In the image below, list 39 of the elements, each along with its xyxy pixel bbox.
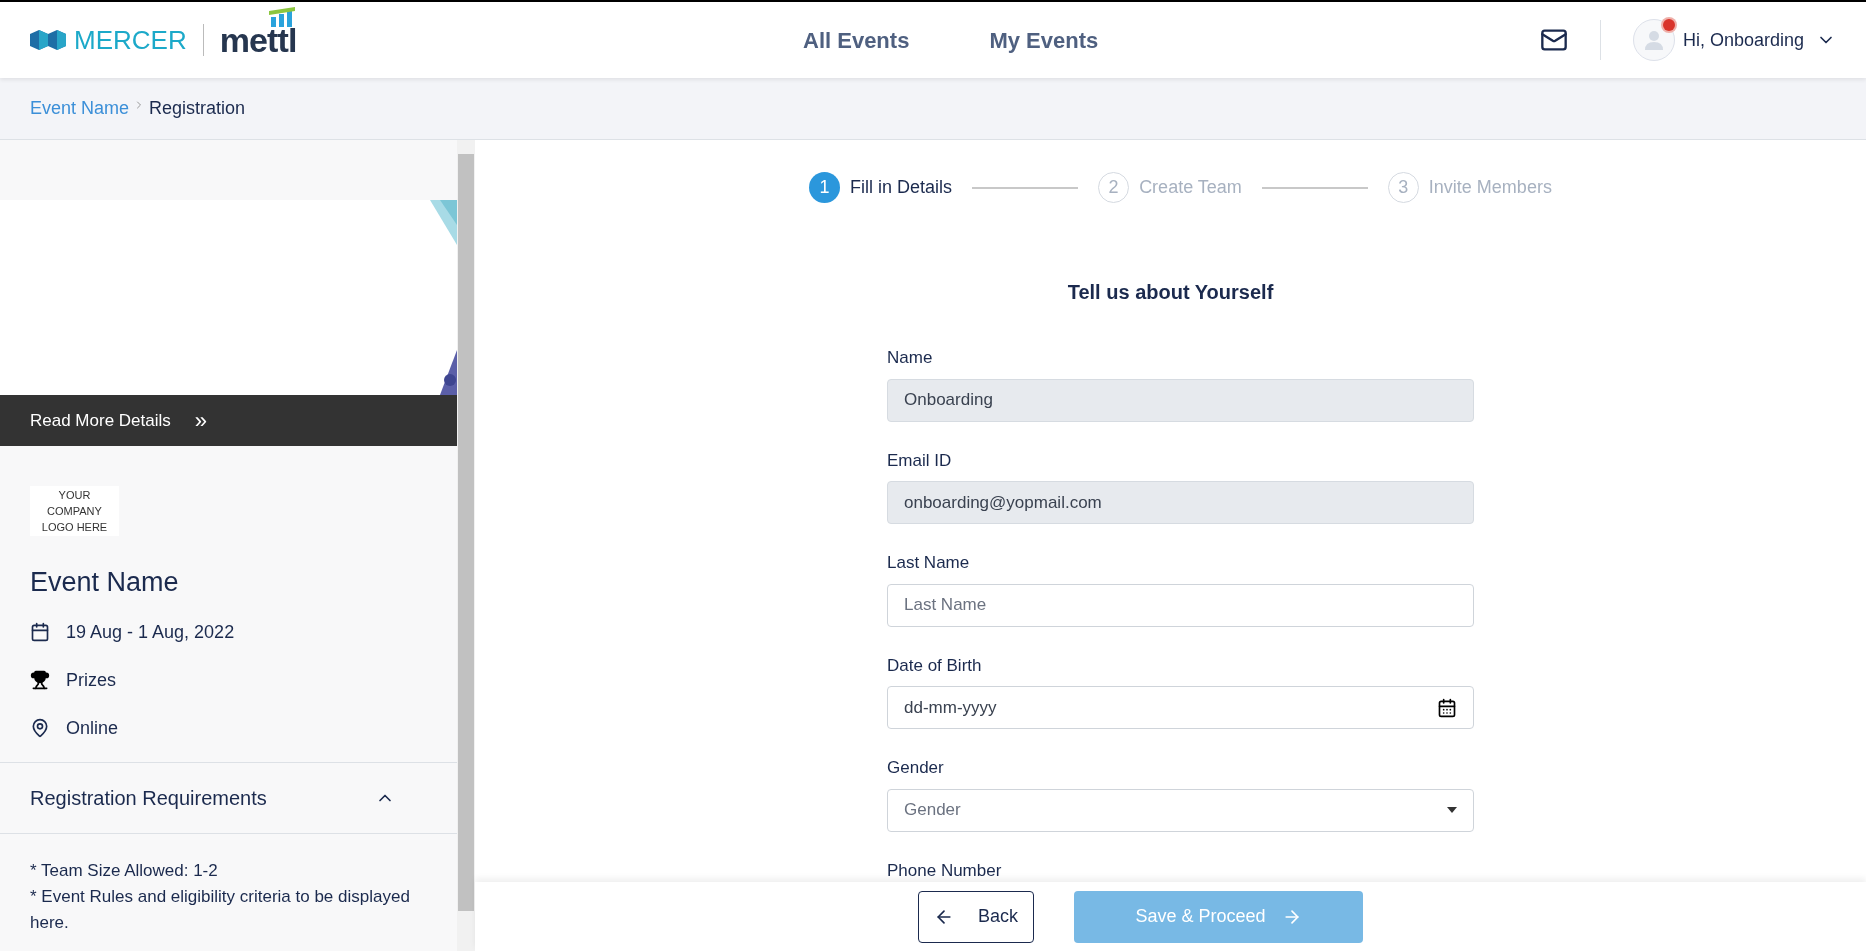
company-logo: YOUR COMPANY LOGO HERE: [30, 486, 119, 536]
field-label: Last Name: [887, 552, 971, 574]
user-greeting[interactable]: Hi, Onboarding: [1682, 26, 1804, 54]
calendar-icon: [1437, 697, 1457, 718]
caret-icon: [1447, 807, 1457, 813]
field-label: Phone Number: [887, 859, 1003, 882]
bar-chart-icon: [266, 7, 297, 27]
event-title: Event Name: [30, 566, 180, 599]
breadcrumb-current: Registration: [149, 97, 246, 120]
event-detail: Online: [66, 716, 119, 740]
brand-logo: MERCER: [74, 23, 187, 57]
read-more-bar[interactable]: Read More Details »: [0, 395, 457, 446]
form-title: Tell us about Yourself: [1067, 280, 1274, 305]
gender-select[interactable]: Gender: [887, 788, 1474, 832]
section-title: Registration Requirements: [30, 785, 267, 811]
back-button[interactable]: Back: [918, 890, 1034, 943]
user-icon: [1642, 29, 1665, 51]
text-field[interactable]: Last Name: [887, 583, 1474, 627]
nav-link[interactable]: All Events: [803, 23, 910, 57]
field-label: Gender: [887, 757, 945, 779]
step-number: 1: [809, 172, 841, 203]
event-detail: Prizes: [66, 668, 116, 692]
step-label: Create Team: [1139, 176, 1242, 199]
requirement-text: * Team Size Allowed: 1-2: [30, 859, 219, 882]
step-label: Invite Members: [1428, 176, 1552, 199]
avatar[interactable]: [1632, 19, 1675, 61]
event-detail: 19 Aug - 1 Aug, 2022: [66, 620, 235, 644]
location-pin-icon: [30, 718, 50, 738]
mercer-logo-icon: [30, 30, 66, 50]
field-label: Date of Birth: [887, 654, 983, 677]
nav-link[interactable]: My Events: [989, 23, 1099, 57]
requirement-text: * Event Rules and eligibility criteria to be displayed here.: [30, 885, 411, 934]
calendar-icon: [30, 622, 50, 642]
product-logo: mettl: [219, 23, 297, 57]
date-field[interactable]: dd-mm-yyyy: [887, 686, 1474, 729]
field-label: Email ID: [887, 449, 953, 472]
field-label: Name: [887, 347, 934, 369]
trophy-icon: [30, 670, 50, 690]
step-label: Fill in Details: [850, 176, 953, 199]
